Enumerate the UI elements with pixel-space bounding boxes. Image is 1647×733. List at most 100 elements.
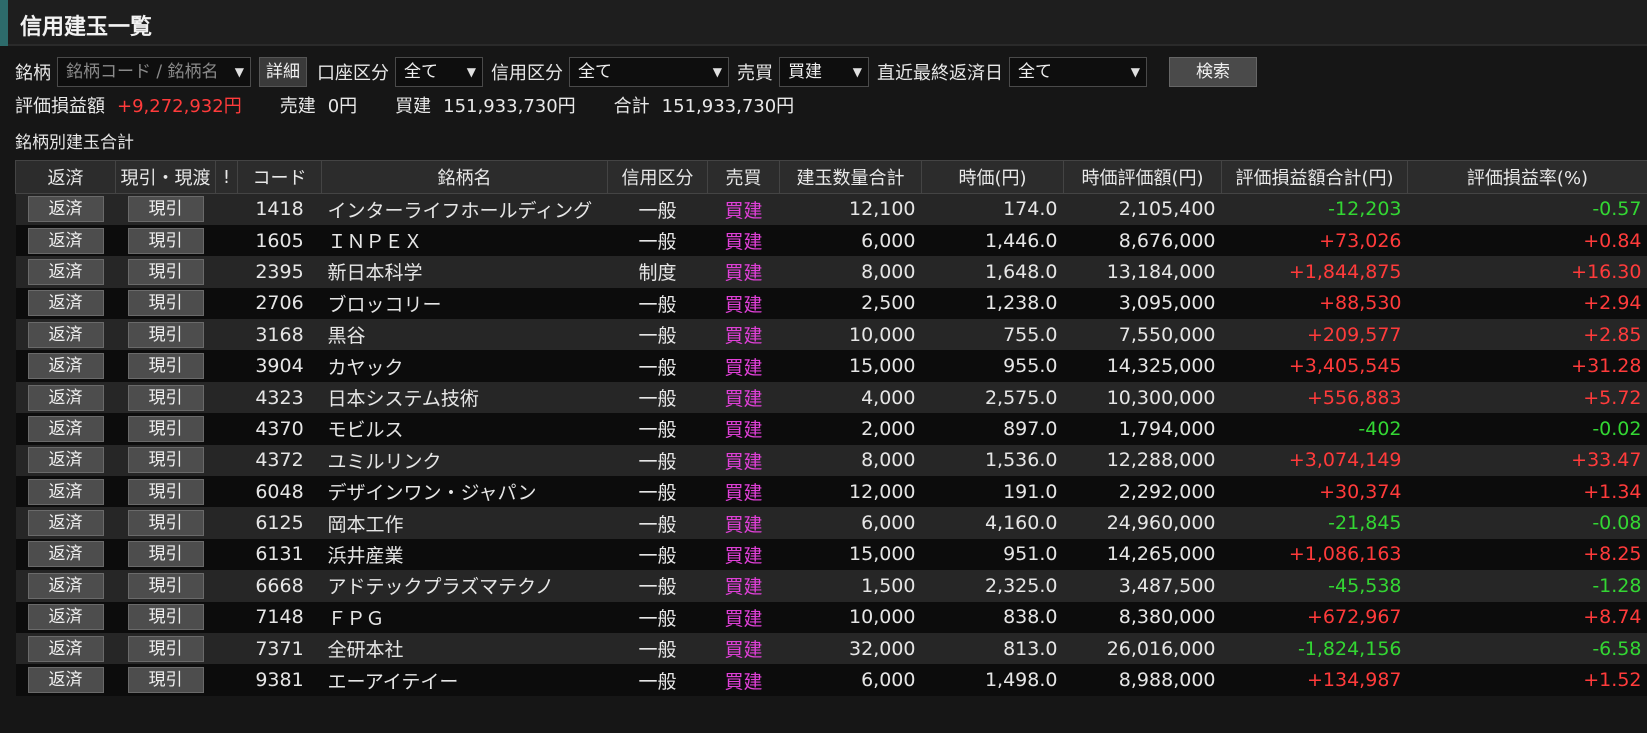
col-header-code[interactable]: コード [237,160,322,194]
repay-button[interactable]: 返済 [27,290,104,317]
genbiki-button[interactable]: 現引 [127,447,204,474]
table-row[interactable]: 返済 現引 4370 モビルス 一般 買建 2,000 897.0 1,794,000 -402-… [15,413,1647,445]
repay-button[interactable]: 返済 [27,196,104,223]
genbiki-button[interactable]: 現引 [127,572,204,599]
genbiki-button[interactable]: 現引 [127,541,204,568]
repay-button[interactable]: 返済 [27,635,104,662]
genbiki-button[interactable]: 現引 [127,290,204,317]
col-header-alert[interactable]: ! [215,160,238,194]
col-header-rate[interactable]: 評価損益率(%) [1407,160,1647,194]
name-cell: モビルス [321,413,608,445]
value-cell: 3,095,000 [1063,287,1222,320]
table-row[interactable]: 返済 現引 3904 カヤック 一般 買建 15,000 955.0 14,325,000 +3,… [15,350,1647,382]
genbiki-button[interactable]: 現引 [127,667,204,694]
name-cell: 新日本科学 [321,256,608,288]
col-header-qty[interactable]: 建玉数量合計 [779,160,922,194]
table-row[interactable]: 返済 現引 9381 エーアイテイー 一般 買建 6,000 1,498.0 8,988,000… [15,664,1647,696]
price-cell: 2,325.0 [921,570,1064,602]
repay-button[interactable]: 返済 [27,478,104,505]
genbiki-cell: 現引 [115,632,216,665]
genbiki-button[interactable]: 現引 [127,415,204,442]
due-select[interactable]: 全て ▼ [1009,57,1147,87]
account-select[interactable]: 全て ▼ [395,57,483,87]
repay-button[interactable]: 返済 [27,415,104,442]
col-header-price[interactable]: 時価(円) [921,160,1064,194]
repay-button[interactable]: 返済 [27,227,104,254]
credit-select[interactable]: 全て ▼ [569,57,729,87]
name-cell: デザインワン・ジャパン [321,476,608,508]
table-row[interactable]: 返済 現引 6131 浜井産業 一般 買建 15,000 951.0 14,265,000 +1,… [15,538,1647,571]
alert-cell [215,507,238,539]
table-row[interactable]: 返済 現引 7148 ＦＰＧ 一般 買建 10,000 838.0 8,380,000 +672,… [15,601,1647,633]
alert-cell [215,413,238,445]
repay-button[interactable]: 返済 [27,258,104,285]
repay-button[interactable]: 返済 [27,353,104,380]
genbiki-button[interactable]: 現引 [127,384,204,411]
table-row[interactable]: 返済 現引 1418 インターライフホールディング 一般 買建 12,100 174.0 2,1… [15,193,1647,225]
table-row[interactable]: 返済 現引 6668 アドテックプラズマテクノ 一般 買建 1,500 2,325.0 3,48… [15,570,1647,602]
price-cell: 2,575.0 [921,381,1064,414]
repay-button[interactable]: 返済 [27,321,104,348]
qty-cell: 1,500 [779,570,922,602]
alert-cell [215,193,238,225]
genbiki-button[interactable]: 現引 [127,635,204,662]
col-header-genbiki[interactable]: 現引・現渡 [115,160,216,194]
rate-cell: +8.74 [1407,601,1647,633]
repay-cell: 返済 [15,664,116,696]
rate-cell: -0.08 [1407,507,1647,539]
table-row[interactable]: 返済 現引 1605 ＩＮＰＥＸ 一般 買建 6,000 1,446.0 8,676,000 +7… [15,224,1647,257]
col-header-side[interactable]: 売買 [707,160,780,194]
col-header-value[interactable]: 時価評価額(円) [1063,160,1222,194]
genbiki-button[interactable]: 現引 [127,478,204,505]
genbiki-button[interactable]: 現引 [127,196,204,223]
search-button[interactable]: 検索 [1169,57,1257,87]
table-header-row: 返済 現引・現渡 ! コード 銘柄名 信用区分 売買 建玉数量合計 時価(円) … [15,160,1647,194]
table-row[interactable]: 返済 現引 4372 ユミルリンク 一般 買建 8,000 1,536.0 12,288,000… [15,444,1647,477]
trade-select[interactable]: 買建 ▼ [779,57,869,87]
value-cell: 10,300,000 [1063,381,1222,414]
table-row[interactable]: 返済 現引 6125 岡本工作 一般 買建 6,000 4,160.0 24,960,000 -2… [15,507,1647,539]
table-row[interactable]: 返済 現引 6048 デザインワン・ジャパン 一般 買建 12,000 191.0 2,292,… [15,476,1647,508]
genbiki-button[interactable]: 現引 [127,604,204,631]
table-row[interactable]: 返済 現引 7371 全研本社 一般 買建 32,000 813.0 26,016,000 -1,… [15,632,1647,665]
repay-button[interactable]: 返済 [27,384,104,411]
genbiki-button[interactable]: 現引 [127,510,204,537]
table-row[interactable]: 返済 現引 3168 黒谷 一般 買建 10,000 755.0 7,550,000 +209,5… [15,319,1647,351]
col-header-name[interactable]: 銘柄名 [321,160,608,194]
repay-button[interactable]: 返済 [27,667,104,694]
rate-cell: -6.58 [1407,632,1647,665]
table-row[interactable]: 返済 現引 2395 新日本科学 制度 買建 8,000 1,648.0 13,184,000 +… [15,256,1647,288]
genbiki-button[interactable]: 現引 [127,258,204,285]
pl-cell: +73,026 [1221,224,1408,257]
kubun-cell: 一般 [607,413,708,445]
genbiki-button[interactable]: 現引 [127,227,204,254]
detail-button[interactable]: 詳細 [259,57,307,87]
repay-button[interactable]: 返済 [27,510,104,537]
meigara-input[interactable]: 銘柄コード / 銘柄名 ▼ [57,57,251,87]
repay-button[interactable]: 返済 [27,604,104,631]
col-header-kubun[interactable]: 信用区分 [607,160,708,194]
rate-cell: +1.34 [1407,476,1647,508]
repay-cell: 返済 [15,256,116,288]
table-row[interactable]: 返済 現引 2706 ブロッコリー 一般 買建 2,500 1,238.0 3,095,000 +… [15,287,1647,320]
positions-table: 返済 現引・現渡 ! コード 銘柄名 信用区分 売買 建玉数量合計 時価(円) … [15,160,1647,696]
side-cell: 買建 [707,444,780,477]
genbiki-button[interactable]: 現引 [127,353,204,380]
genbiki-button[interactable]: 現引 [127,321,204,348]
name-cell: インターライフホールディング [321,193,608,225]
pl-value: +9,272,932円 [117,96,242,117]
price-cell: 955.0 [921,350,1064,382]
repay-cell: 返済 [15,224,116,257]
col-header-pl[interactable]: 評価損益額合計(円) [1221,160,1408,194]
value-cell: 2,292,000 [1063,476,1222,508]
code-cell: 2395 [237,256,322,288]
col-header-repay[interactable]: 返済 [15,160,116,194]
alert-cell [215,664,238,696]
rate-cell: +5.72 [1407,381,1647,414]
repay-cell: 返済 [15,632,116,665]
qty-cell: 32,000 [779,632,922,665]
repay-button[interactable]: 返済 [27,447,104,474]
table-row[interactable]: 返済 現引 4323 日本システム技術 一般 買建 4,000 2,575.0 10,300,0… [15,381,1647,414]
repay-button[interactable]: 返済 [27,541,104,568]
repay-button[interactable]: 返済 [27,572,104,599]
